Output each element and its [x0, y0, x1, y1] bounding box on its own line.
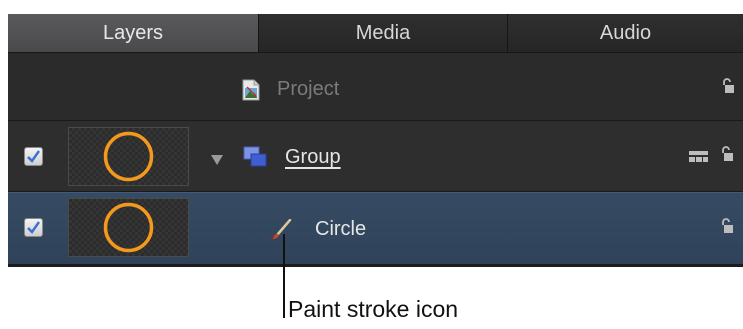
- layer-row-circle[interactable]: Circle: [8, 192, 743, 266]
- layer-row-group[interactable]: Group: [8, 121, 743, 192]
- layer-row-project[interactable]: Project: [8, 53, 743, 121]
- layer-visibility-checkbox[interactable]: [24, 147, 43, 166]
- list-bottom-divider: [8, 264, 743, 267]
- tab-layers[interactable]: Layers: [8, 14, 259, 52]
- layer-label-project: Project: [277, 78, 340, 100]
- callout-leader-line: [283, 234, 285, 318]
- disclosure-triangle-icon[interactable]: [211, 152, 223, 170]
- tab-media[interactable]: Media: [259, 14, 508, 52]
- layer-label-group: Group: [285, 146, 341, 168]
- tab-bar: Layers Media Audio: [8, 14, 743, 53]
- layer-stack-icon[interactable]: [689, 149, 709, 168]
- layers-panel: Layers Media Audio Project Group Circle: [8, 14, 743, 267]
- project-file-icon: [242, 79, 260, 106]
- layer-thumbnail: [68, 127, 189, 186]
- paint-stroke-icon: [270, 218, 294, 246]
- lock-icon[interactable]: [721, 146, 733, 167]
- group-layers-icon: [243, 146, 269, 173]
- callout-label: Paint stroke icon: [288, 296, 459, 322]
- lock-icon[interactable]: [721, 218, 733, 239]
- layer-thumbnail: [68, 198, 189, 257]
- lock-icon[interactable]: [722, 78, 734, 99]
- layer-label-circle: Circle: [315, 218, 367, 240]
- tab-audio[interactable]: Audio: [508, 14, 743, 52]
- layer-visibility-checkbox[interactable]: [24, 218, 43, 237]
